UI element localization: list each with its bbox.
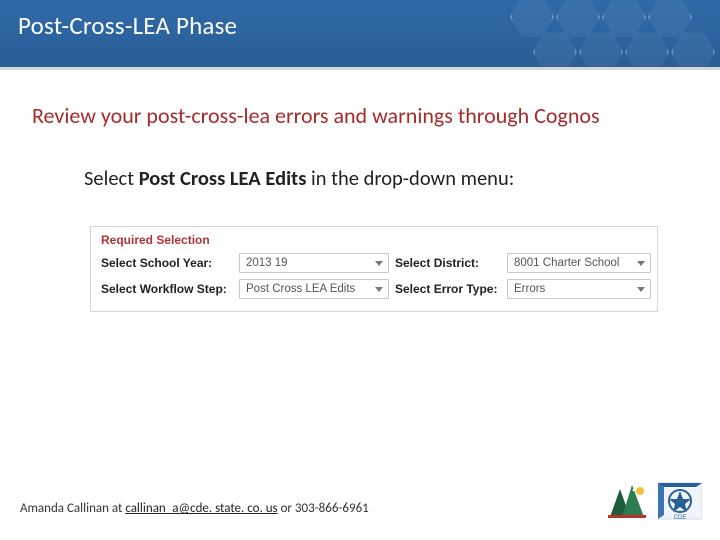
select-error-type[interactable]: Errors bbox=[507, 279, 651, 299]
footer-email-link[interactable]: callinan_a@cde. state. co. us bbox=[125, 501, 277, 516]
label-workflow-step: Select Workflow Step: bbox=[101, 282, 233, 296]
instruction-prefix: Select bbox=[84, 165, 139, 191]
select-district-value: 8001 Charter School bbox=[514, 257, 619, 269]
label-district: Select District: bbox=[395, 256, 501, 270]
required-selection-panel: Required Selection Select School Year: 2… bbox=[90, 226, 658, 312]
cde-logo-label: CDE bbox=[674, 515, 687, 521]
panel-grid: Select School Year: 2013 19 Select Distr… bbox=[101, 253, 647, 299]
instruction-bold: Post Cross LEA Edits bbox=[139, 165, 307, 191]
panel-legend: Required Selection bbox=[101, 233, 647, 247]
slide: Post-Cross-LEA Phase Review your post-cr… bbox=[0, 0, 720, 540]
select-workflow-step[interactable]: Post Cross LEA Edits bbox=[239, 279, 389, 299]
footer-contact: Amanda Callinan at callinan_a@cde. state… bbox=[20, 501, 369, 516]
subtitle: Review your post-cross-lea errors and wa… bbox=[32, 102, 600, 129]
header-bar: Post-Cross-LEA Phase bbox=[0, 0, 720, 70]
instruction-text: Select Post Cross LEA Edits in the drop-… bbox=[84, 165, 514, 191]
footer-logos: CDE bbox=[606, 481, 702, 526]
label-school-year: Select School Year: bbox=[101, 256, 233, 270]
label-error-type: Select Error Type: bbox=[395, 282, 501, 296]
honeycomb-decoration bbox=[500, 0, 720, 70]
footer-at: at bbox=[109, 501, 125, 516]
select-school-year[interactable]: 2013 19 bbox=[239, 253, 389, 273]
select-error-type-value: Errors bbox=[514, 283, 545, 295]
select-district[interactable]: 8001 Charter School bbox=[507, 253, 651, 273]
page-title: Post-Cross-LEA Phase bbox=[18, 10, 237, 41]
footer-or: or bbox=[278, 501, 295, 516]
select-school-year-value: 2013 19 bbox=[246, 257, 288, 269]
select-workflow-step-value: Post Cross LEA Edits bbox=[246, 283, 355, 295]
footer-name: Amanda Callinan bbox=[20, 501, 109, 516]
footer-phone: 303-866-6961 bbox=[295, 501, 369, 516]
instruction-suffix: in the drop-down menu: bbox=[306, 165, 514, 191]
colorado-logo-icon bbox=[606, 483, 648, 524]
cde-logo-icon: CDE bbox=[658, 481, 702, 526]
